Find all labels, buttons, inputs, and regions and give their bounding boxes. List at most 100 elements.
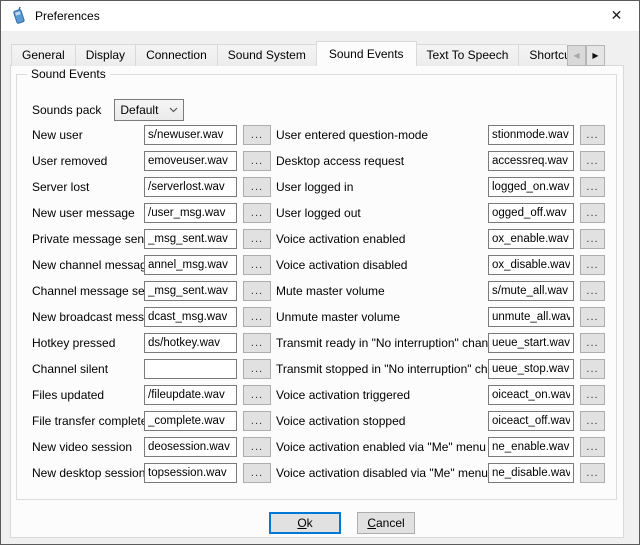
sound-event-row: New user ... User entered question-mode … xyxy=(17,125,616,145)
sound-file-input-right[interactable] xyxy=(488,385,574,405)
titlebar[interactable]: Preferences ✕ xyxy=(1,1,639,31)
sound-file-input-left[interactable] xyxy=(144,437,237,457)
sound-event-row: New user message ... User logged out ... xyxy=(17,203,616,223)
browse-button-right[interactable]: ... xyxy=(580,229,605,249)
tab-display[interactable]: Display xyxy=(75,44,136,66)
sounds-pack-row: Sounds pack Default xyxy=(32,99,184,121)
sound-file-input-left[interactable] xyxy=(144,255,237,275)
sound-file-input-left[interactable] xyxy=(144,203,237,223)
browse-button-left[interactable]: ... xyxy=(243,177,271,197)
tab-text-to-speech[interactable]: Text To Speech xyxy=(416,44,520,66)
preferences-window: Preferences ✕ GeneralDisplayConnectionSo… xyxy=(0,0,640,545)
browse-button-right[interactable]: ... xyxy=(580,411,605,431)
event-label-right: User entered question-mode xyxy=(276,125,488,145)
browse-button-left[interactable]: ... xyxy=(243,255,271,275)
event-label-left: Server lost xyxy=(32,177,144,197)
browse-button-left[interactable]: ... xyxy=(243,125,271,145)
sound-event-row: Private message sent ... Voice activatio… xyxy=(17,229,616,249)
browse-button-right[interactable]: ... xyxy=(580,125,605,145)
sound-file-input-left[interactable] xyxy=(144,125,237,145)
sound-file-input-left[interactable] xyxy=(144,385,237,405)
event-label-right: Voice activation triggered xyxy=(276,385,488,405)
dialog-body: GeneralDisplayConnectionSound SystemSoun… xyxy=(1,31,639,544)
browse-button-left[interactable]: ... xyxy=(243,307,271,327)
browse-button-right[interactable]: ... xyxy=(580,463,605,483)
browse-button-right[interactable]: ... xyxy=(580,307,605,327)
event-label-right: Voice activation enabled xyxy=(276,229,488,249)
browse-button-left[interactable]: ... xyxy=(243,151,271,171)
tab-connection[interactable]: Connection xyxy=(135,44,218,66)
tab-sound-system[interactable]: Sound System xyxy=(217,44,317,66)
tab-general[interactable]: General xyxy=(11,44,76,66)
browse-button-left[interactable]: ... xyxy=(243,333,271,353)
event-label-left: Hotkey pressed xyxy=(32,333,144,353)
tab-scroll-left-button[interactable]: ◀ xyxy=(567,45,586,66)
event-label-right: Voice activation enabled via "Me" menu xyxy=(276,437,488,457)
event-label-left: File transfer complete xyxy=(32,411,144,431)
browse-button-left[interactable]: ... xyxy=(243,359,271,379)
browse-button-right[interactable]: ... xyxy=(580,359,605,379)
browse-button-left[interactable]: ... xyxy=(243,203,271,223)
event-label-left: Channel message sent xyxy=(32,281,144,301)
sound-event-row: Files updated ... Voice activation trigg… xyxy=(17,385,616,405)
event-label-left: User removed xyxy=(32,151,144,171)
browse-button-left[interactable]: ... xyxy=(243,229,271,249)
sound-file-input-right[interactable] xyxy=(488,229,574,249)
sound-file-input-right[interactable] xyxy=(488,307,574,327)
cancel-button[interactable]: Cancel xyxy=(357,512,415,534)
browse-button-right[interactable]: ... xyxy=(580,385,605,405)
event-label-left: New channel message xyxy=(32,255,144,275)
sound-file-input-right[interactable] xyxy=(488,255,574,275)
sound-file-input-right[interactable] xyxy=(488,463,574,483)
sound-file-input-left[interactable] xyxy=(144,333,237,353)
groupbox-title: Sound Events xyxy=(27,67,110,81)
browse-button-right[interactable]: ... xyxy=(580,437,605,457)
sound-event-row: Server lost ... User logged in ... xyxy=(17,177,616,197)
tab-sound-events[interactable]: Sound Events xyxy=(316,41,417,66)
sound-file-input-right[interactable] xyxy=(488,281,574,301)
browse-button-left[interactable]: ... xyxy=(243,281,271,301)
browse-button-right[interactable]: ... xyxy=(580,281,605,301)
sound-file-input-left[interactable] xyxy=(144,151,237,171)
event-label-right: Unmute master volume xyxy=(276,307,488,327)
sounds-pack-select[interactable]: Default xyxy=(114,99,184,121)
ok-button[interactable]: Ok xyxy=(269,512,341,534)
event-label-right: Voice activation stopped xyxy=(276,411,488,431)
browse-button-right[interactable]: ... xyxy=(580,151,605,171)
browse-button-right[interactable]: ... xyxy=(580,203,605,223)
browse-button-right[interactable]: ... xyxy=(580,333,605,353)
browse-button-left[interactable]: ... xyxy=(243,411,271,431)
arrow-right-icon: ▶ xyxy=(592,51,598,60)
event-label-left: Channel silent xyxy=(32,359,144,379)
sound-file-input-right[interactable] xyxy=(488,151,574,171)
browse-button-left[interactable]: ... xyxy=(243,437,271,457)
browse-button-left[interactable]: ... xyxy=(243,463,271,483)
event-label-right: Voice activation disabled via "Me" menu xyxy=(276,463,488,483)
browse-button-right[interactable]: ... xyxy=(580,177,605,197)
sound-file-input-right[interactable] xyxy=(488,125,574,145)
sound-file-input-right[interactable] xyxy=(488,203,574,223)
app-icon xyxy=(10,7,27,25)
arrow-left-icon: ◀ xyxy=(573,51,579,60)
tab-scroll-right-button[interactable]: ▶ xyxy=(586,45,605,66)
event-label-right: Transmit ready in "No interruption" chan… xyxy=(276,333,488,353)
close-icon[interactable]: ✕ xyxy=(594,1,639,30)
sound-file-input-right[interactable] xyxy=(488,411,574,431)
sound-file-input-left[interactable] xyxy=(144,307,237,327)
sound-file-input-right[interactable] xyxy=(488,177,574,197)
sound-file-input-left[interactable] xyxy=(144,229,237,249)
sound-file-input-left[interactable] xyxy=(144,281,237,301)
sound-file-input-left[interactable] xyxy=(144,359,237,379)
sound-file-input-left[interactable] xyxy=(144,177,237,197)
browse-button-left[interactable]: ... xyxy=(243,385,271,405)
chevron-down-icon xyxy=(169,107,178,113)
browse-button-right[interactable]: ... xyxy=(580,255,605,275)
event-label-left: New user message xyxy=(32,203,144,223)
sound-file-input-right[interactable] xyxy=(488,359,574,379)
sound-file-input-left[interactable] xyxy=(144,411,237,431)
sound-file-input-right[interactable] xyxy=(488,333,574,353)
tab-shortcuts[interactable]: Shortcuts xyxy=(518,44,567,66)
sound-event-row: Channel message sent ... Mute master vol… xyxy=(17,281,616,301)
sound-file-input-right[interactable] xyxy=(488,437,574,457)
sound-file-input-left[interactable] xyxy=(144,463,237,483)
